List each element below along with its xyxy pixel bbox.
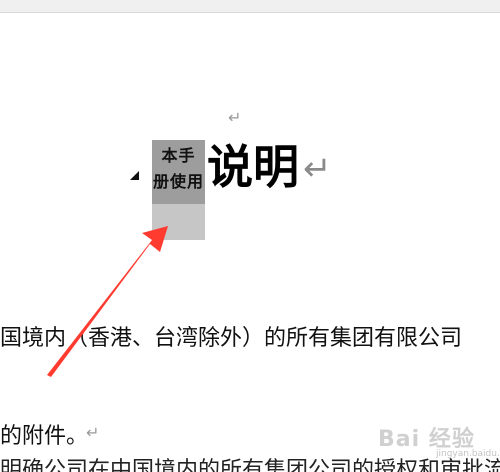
- baidu-jingyan-watermark: Bai 经验 jingyan.baidu.com: [378, 415, 500, 467]
- paragraph-mark-body: ↵: [86, 423, 100, 442]
- document-page: ↵ 本手 册使用 说明 ↵ 国境内（香港、台湾除外）的所有集团有限公司 的附件。…: [0, 0, 500, 472]
- paragraph-mark-heading: ↵: [303, 149, 332, 189]
- combined-characters-selection[interactable]: 本手 册使用: [152, 140, 205, 240]
- watermark-url: jingyan.baidu.com: [436, 449, 500, 459]
- combined-chars-line-2: 册使用: [152, 172, 204, 191]
- body-text-line[interactable]: 国境内（香港、台湾除外）的所有集团有限公司: [0, 328, 462, 350]
- paragraph-mark: ↵: [228, 108, 242, 127]
- combined-chars-line-1: 本手: [161, 146, 196, 165]
- selection-highlight-lower: [152, 204, 205, 240]
- collapse-heading-triangle-icon[interactable]: [130, 171, 139, 180]
- red-annotation-arrow: [47, 226, 168, 377]
- ruler-bar: [0, 0, 500, 13]
- heading-title[interactable]: 说明: [207, 144, 299, 190]
- body-text-line[interactable]: 的附件。: [0, 426, 88, 448]
